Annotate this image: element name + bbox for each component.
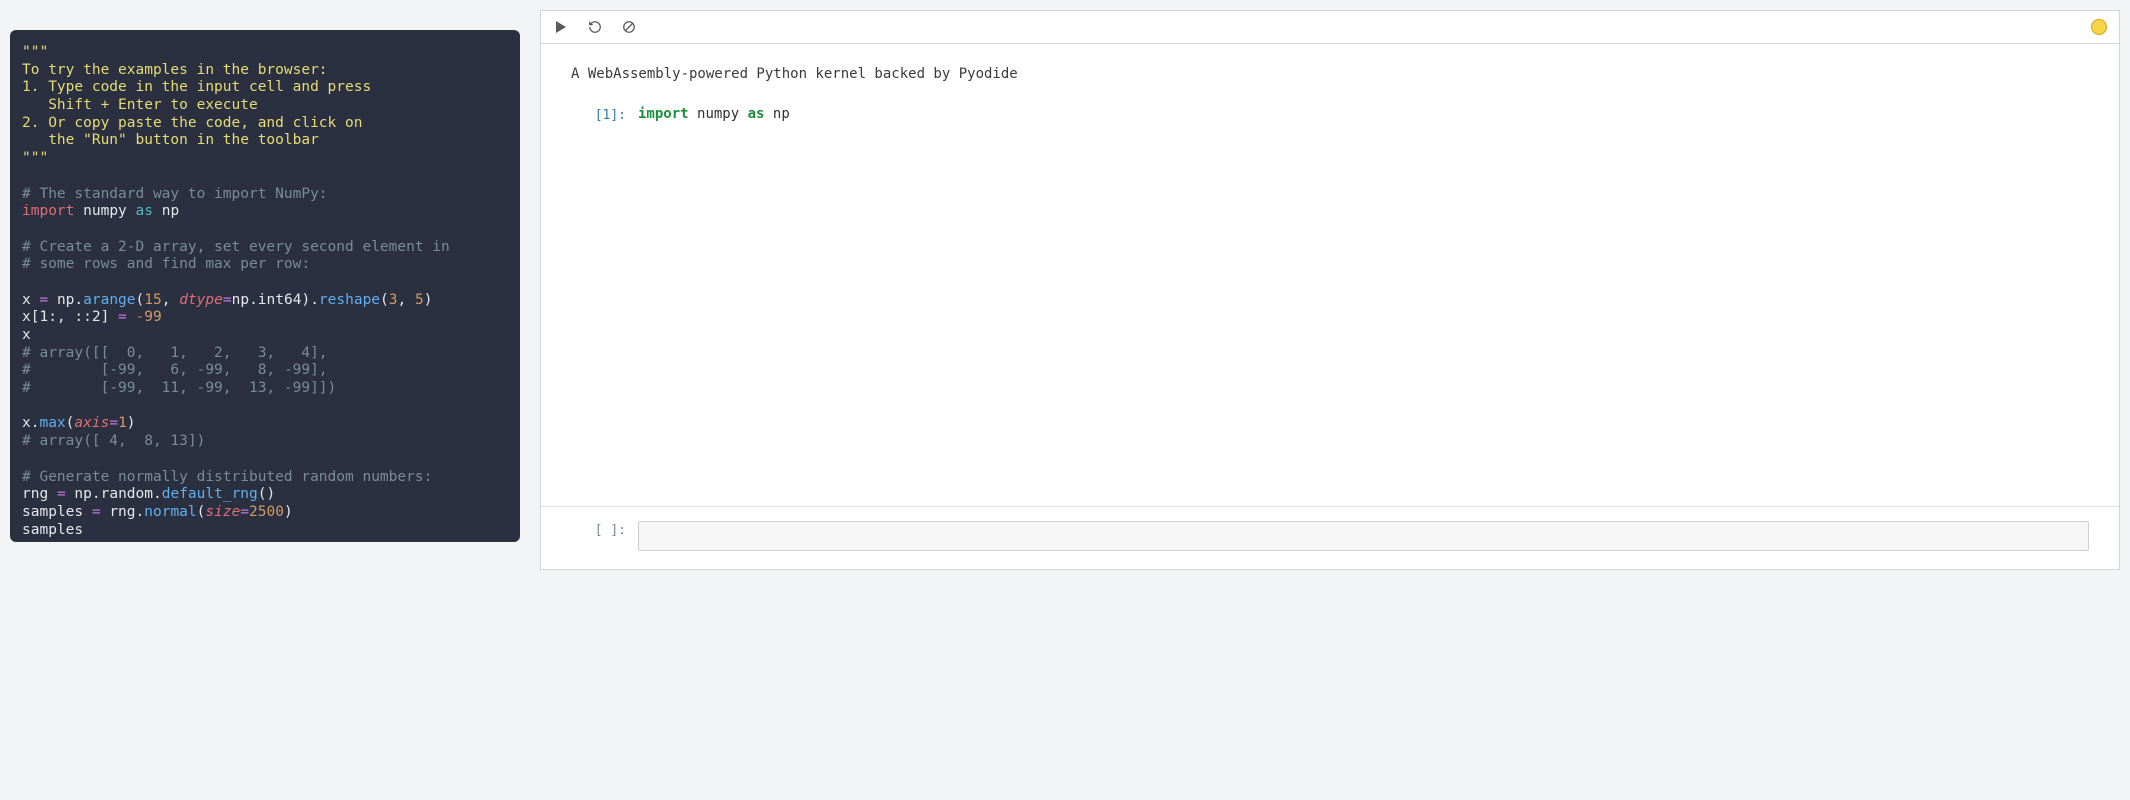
- cell-input[interactable]: import numpy as np: [638, 106, 2089, 122]
- num: 15: [144, 292, 161, 308]
- comment: # array([ 4, 8, 13]): [22, 433, 205, 449]
- comment: # Generate normally distributed random n…: [22, 469, 432, 485]
- fn-default-rng: default_rng: [162, 486, 258, 502]
- num: 3: [389, 292, 398, 308]
- comment: # [-99, 11, -99, 13, -99]]): [22, 380, 336, 396]
- notebook-toolbar: [541, 11, 2119, 44]
- attr-random: random: [101, 486, 153, 502]
- cell-prompt-empty: [ ]:: [571, 521, 626, 538]
- alias: np: [773, 106, 790, 122]
- notebook-panel: A WebAssembly-powered Python kernel back…: [540, 10, 2120, 570]
- restart-icon[interactable]: [587, 19, 603, 35]
- notebook-footer: [ ]:: [541, 506, 2119, 569]
- id-np: np: [57, 292, 74, 308]
- interrupt-icon[interactable]: [621, 19, 637, 35]
- kwarg: size: [205, 504, 240, 520]
- module-name: numpy: [697, 106, 739, 122]
- docstring-open: """: [22, 44, 48, 60]
- slice-expr: x[1:, ::2]: [22, 309, 109, 325]
- var-samples: samples: [22, 522, 83, 538]
- fn-arange: arange: [83, 292, 135, 308]
- docstring-line: To try the examples in the browser:: [22, 62, 328, 78]
- op-eq: =: [92, 504, 101, 520]
- attr-int64: int64: [258, 292, 302, 308]
- example-code-panel: """ To try the examples in the browser: …: [10, 30, 520, 542]
- fn-normal: normal: [144, 504, 196, 520]
- kw-as: as: [748, 106, 765, 122]
- kwarg: dtype: [179, 292, 223, 308]
- id-np: np: [74, 486, 91, 502]
- run-icon[interactable]: [553, 19, 569, 35]
- kw-import: import: [22, 203, 74, 219]
- new-cell-input[interactable]: [638, 521, 2089, 551]
- op-eq: =: [57, 486, 66, 502]
- code-cell-1[interactable]: [1]: import numpy as np: [571, 106, 2089, 123]
- comment: # The standard way to import NumPy:: [22, 186, 328, 202]
- var-x: x: [22, 327, 31, 343]
- fn-reshape: reshape: [319, 292, 380, 308]
- op-dot: .: [74, 292, 83, 308]
- op-eq: =: [39, 292, 48, 308]
- docstring-line: the "Run" button in the toolbar: [22, 132, 319, 148]
- cell-prompt: [1]:: [571, 106, 626, 123]
- var-rng: rng: [109, 504, 135, 520]
- kw-as: as: [136, 203, 153, 219]
- comment: # array([[ 0, 1, 2, 3, 4],: [22, 345, 328, 361]
- var-rng: rng: [22, 486, 48, 502]
- op-eq: =: [118, 309, 127, 325]
- kwarg: axis: [74, 415, 109, 431]
- num: 5: [415, 292, 424, 308]
- docstring-line: 2. Or copy paste the code, and click on: [22, 115, 362, 131]
- num: 2500: [249, 504, 284, 520]
- var-samples: samples: [22, 504, 83, 520]
- kw-import: import: [638, 106, 689, 122]
- module-name: numpy: [83, 203, 127, 219]
- id-np: np: [232, 292, 249, 308]
- kernel-status-icon[interactable]: [2091, 19, 2107, 35]
- fn-max: max: [39, 415, 65, 431]
- var-x: x: [22, 415, 31, 431]
- docstring-line: Shift + Enter to execute: [22, 97, 258, 113]
- comment: # some rows and find max per row:: [22, 256, 310, 272]
- docstring-close: """: [22, 150, 48, 166]
- notebook-body[interactable]: A WebAssembly-powered Python kernel back…: [541, 44, 2119, 506]
- comment: # [-99, 6, -99, 8, -99],: [22, 362, 328, 378]
- alias: np: [162, 203, 179, 219]
- var-x: x: [22, 292, 31, 308]
- num: 1: [118, 415, 127, 431]
- comment: # Create a 2-D array, set every second e…: [22, 239, 450, 255]
- docstring-line: 1. Type code in the input cell and press: [22, 79, 371, 95]
- markdown-cell: A WebAssembly-powered Python kernel back…: [571, 66, 2089, 82]
